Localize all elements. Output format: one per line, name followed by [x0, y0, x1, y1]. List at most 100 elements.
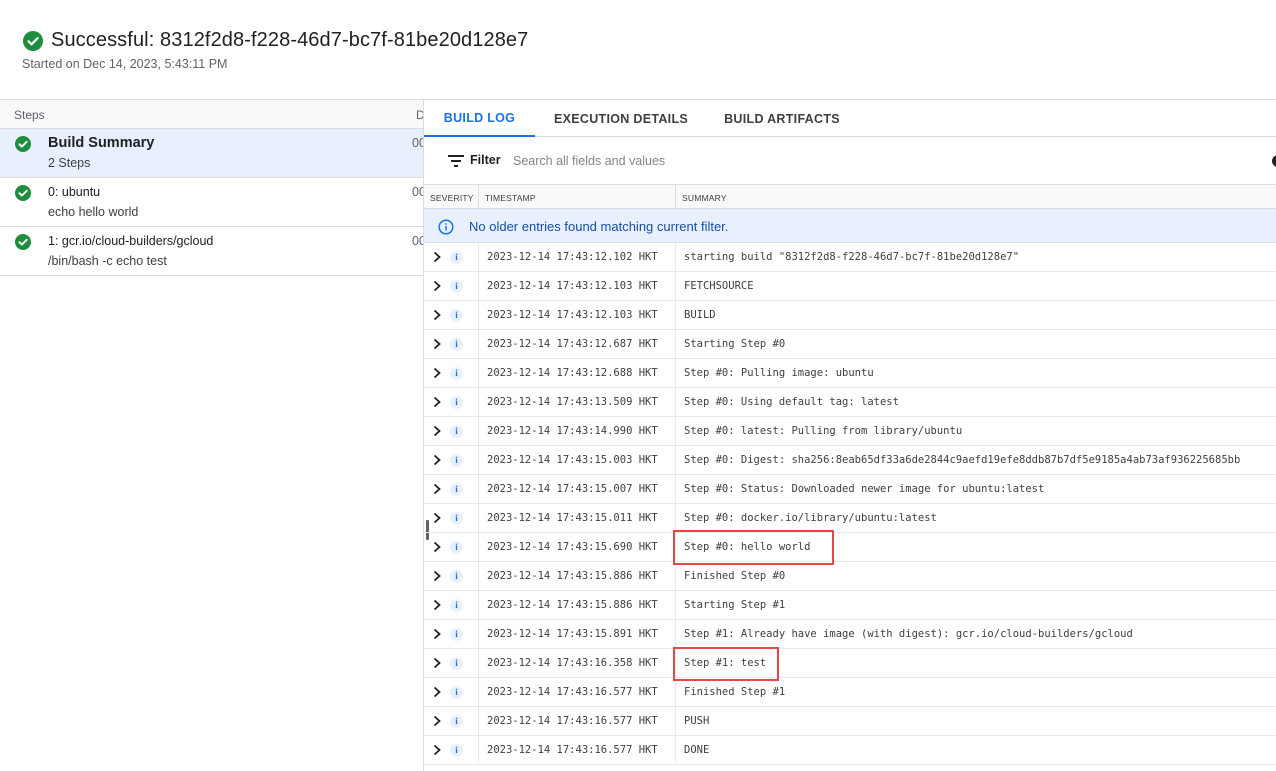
success-check-icon — [15, 185, 31, 201]
log-row[interactable]: i 2023-12-14 17:43:14.990 HKT Step #0: lat… — [424, 417, 1276, 446]
chevron-right-icon[interactable] — [432, 367, 442, 379]
column-divider — [478, 330, 479, 359]
info-banner: No older entries found matching current … — [424, 209, 1276, 243]
step-row-0[interactable]: 0: ubuntu echo hello world 00 — [0, 178, 423, 227]
log-summary: Step #0: latest: Pulling from library/ub… — [684, 425, 963, 437]
log-timestamp: 2023-12-14 17:43:12.103 HKT — [487, 309, 658, 321]
filter-icon[interactable] — [448, 154, 464, 168]
column-divider — [478, 272, 479, 301]
filter-search-input[interactable] — [511, 149, 911, 173]
chevron-right-icon[interactable] — [432, 744, 442, 756]
log-summary: PUSH — [684, 715, 710, 727]
info-icon — [438, 219, 454, 235]
page-header: Successful: 8312f2d8-f228-46d7-bc7f-81be… — [0, 0, 1276, 100]
log-row[interactable]: i 2023-12-14 17:43:15.886 HKT Starting Ste… — [424, 591, 1276, 620]
column-divider — [478, 533, 479, 562]
column-divider — [675, 417, 676, 446]
chevron-right-icon[interactable] — [432, 309, 442, 321]
step-duration: 00 — [412, 234, 423, 248]
log-row[interactable]: i 2023-12-14 17:43:15.891 HKT Step #1: Alr… — [424, 620, 1276, 649]
log-summary: Finished Step #0 — [684, 570, 786, 582]
info-severity-icon: i — [450, 657, 463, 670]
steps-table-header: Steps D — [0, 99, 423, 129]
chevron-right-icon[interactable] — [432, 715, 442, 727]
chevron-right-icon[interactable] — [432, 251, 442, 263]
info-severity-icon: i — [450, 512, 463, 525]
log-row[interactable]: i 2023-12-14 17:43:12.103 HKT FETCHSOURCE — [424, 272, 1276, 301]
log-row[interactable]: i 2023-12-14 17:43:15.003 HKT Step #0: Dig… — [424, 446, 1276, 475]
log-timestamp: 2023-12-14 17:43:12.687 HKT — [487, 338, 658, 350]
log-panel: BUILD LOG EXECUTION DETAILS BUILD ARTIFA… — [424, 99, 1276, 771]
info-severity-icon: i — [450, 628, 463, 641]
timestamp-column-header[interactable]: TIMESTAMP — [485, 193, 536, 203]
chevron-right-icon[interactable] — [432, 628, 442, 640]
log-row[interactable]: i 2023-12-14 17:43:16.577 HKT DONE — [424, 736, 1276, 765]
chevron-right-icon[interactable] — [432, 396, 442, 408]
info-severity-icon: i — [450, 309, 463, 322]
log-timestamp: 2023-12-14 17:43:16.577 HKT — [487, 744, 658, 756]
log-row[interactable]: i 2023-12-14 17:43:15.690 HKT Step #0: hel… — [424, 533, 1276, 562]
steps-panel: Steps D Build Summary 2 Steps 00 0: ubun… — [0, 99, 424, 771]
log-row[interactable]: i 2023-12-14 17:43:16.577 HKT PUSH — [424, 707, 1276, 736]
log-summary: Step #1: test — [684, 657, 767, 669]
column-divider — [675, 301, 676, 330]
column-divider — [478, 475, 479, 504]
chevron-right-icon[interactable] — [432, 599, 442, 611]
log-summary: Step #0: Digest: sha256:8eab65df33a6de28… — [684, 454, 1241, 466]
log-timestamp: 2023-12-14 17:43:16.577 HKT — [487, 715, 658, 727]
banner-text: No older entries found matching current … — [469, 219, 729, 234]
chevron-right-icon[interactable] — [432, 483, 442, 495]
info-severity-icon: i — [450, 744, 463, 757]
info-severity-icon: i — [450, 541, 463, 554]
filter-bar: Filter — [424, 137, 1276, 185]
step-name: 1: gcr.io/cloud-builders/gcloud — [48, 234, 214, 248]
chevron-right-icon[interactable] — [432, 454, 442, 466]
info-severity-icon: i — [450, 570, 463, 583]
log-row[interactable]: i 2023-12-14 17:43:15.886 HKT Finished Ste… — [424, 562, 1276, 591]
log-summary: Step #0: Status: Downloaded newer image … — [684, 483, 1045, 495]
chevron-right-icon[interactable] — [432, 686, 442, 698]
chevron-right-icon[interactable] — [432, 570, 442, 582]
step-row-1[interactable]: 1: gcr.io/cloud-builders/gcloud /bin/bas… — [0, 227, 423, 276]
log-row[interactable]: i 2023-12-14 17:43:16.577 HKT Finished Ste… — [424, 678, 1276, 707]
log-row[interactable]: i 2023-12-14 17:43:16.358 HKT Step #1: tes… — [424, 649, 1276, 678]
column-divider — [478, 620, 479, 649]
info-severity-icon: i — [450, 367, 463, 380]
summary-column-header[interactable]: SUMMARY — [682, 193, 727, 203]
page-title: Successful: 8312f2d8-f228-46d7-bc7f-81be… — [51, 29, 529, 51]
title-row: Successful: 8312f2d8-f228-46d7-bc7f-81be… — [23, 29, 528, 52]
log-timestamp: 2023-12-14 17:43:15.011 HKT — [487, 512, 658, 524]
column-divider — [478, 417, 479, 446]
log-summary: DONE — [684, 744, 710, 756]
log-timestamp: 2023-12-14 17:43:15.003 HKT — [487, 454, 658, 466]
tab-execution-details[interactable]: EXECUTION DETAILS — [547, 100, 695, 137]
success-check-icon — [23, 30, 43, 51]
chevron-right-icon[interactable] — [432, 657, 442, 669]
chevron-right-icon[interactable] — [432, 338, 442, 350]
chevron-right-icon[interactable] — [432, 425, 442, 437]
column-divider — [675, 359, 676, 388]
log-timestamp: 2023-12-14 17:43:16.358 HKT — [487, 657, 658, 669]
chevron-right-icon[interactable] — [432, 280, 442, 292]
log-timestamp: 2023-12-14 17:43:15.007 HKT — [487, 483, 658, 495]
chevron-right-icon[interactable] — [432, 512, 442, 524]
log-row[interactable]: i 2023-12-14 17:43:12.102 HKT starting bui… — [424, 243, 1276, 272]
step-row-build-summary[interactable]: Build Summary 2 Steps 00 — [0, 129, 423, 178]
log-row[interactable]: i 2023-12-14 17:43:15.011 HKT Step #0: doc… — [424, 504, 1276, 533]
log-summary: FETCHSOURCE — [684, 280, 754, 292]
log-summary: Starting Step #1 — [684, 599, 786, 611]
log-row[interactable]: i 2023-12-14 17:43:13.509 HKT Step #0: Usi… — [424, 388, 1276, 417]
tab-build-log[interactable]: BUILD LOG — [424, 100, 535, 137]
toggle-icon[interactable] — [1272, 155, 1276, 167]
chevron-right-icon[interactable] — [432, 541, 442, 553]
log-row[interactable]: i 2023-12-14 17:43:12.103 HKT BUILD — [424, 301, 1276, 330]
log-row[interactable]: i 2023-12-14 17:43:12.688 HKT Step #0: Pul… — [424, 359, 1276, 388]
log-row[interactable]: i 2023-12-14 17:43:15.007 HKT Step #0: Sta… — [424, 475, 1276, 504]
build-start-time: Started on Dec 14, 2023, 5:43:11 PM — [22, 57, 228, 71]
log-row[interactable]: i 2023-12-14 17:43:12.687 HKT Starting Ste… — [424, 330, 1276, 359]
log-summary: Step #0: Pulling image: ubuntu — [684, 367, 874, 379]
duration-column-header: D — [416, 108, 424, 122]
log-timestamp: 2023-12-14 17:43:15.690 HKT — [487, 541, 658, 553]
tab-build-artifacts[interactable]: BUILD ARTIFACTS — [720, 100, 844, 137]
severity-column-header[interactable]: SEVERITY — [430, 193, 474, 203]
